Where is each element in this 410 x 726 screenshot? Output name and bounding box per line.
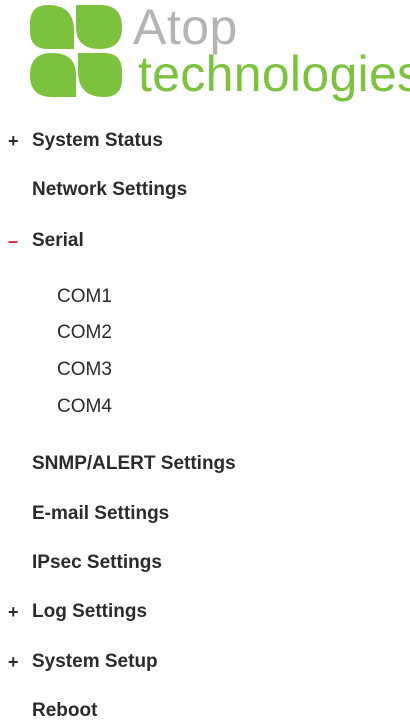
menu-item-snmp-alert-settings[interactable]: SNMP/ALERT Settings <box>8 453 236 475</box>
menu-item-log-settings[interactable]: + Log Settings <box>8 601 147 623</box>
menu-item-label: IPsec Settings <box>32 552 162 573</box>
expand-plus-icon: + <box>8 601 19 622</box>
menu-item-label: Reboot <box>32 700 98 721</box>
menu-item-label: Serial <box>32 230 84 251</box>
menu-item-label: E-mail Settings <box>32 503 170 524</box>
menu-item-system-status[interactable]: + System Status <box>8 130 163 152</box>
menu-item-label: Network Settings <box>32 179 188 200</box>
menu-item-email-settings[interactable]: E-mail Settings <box>8 503 169 525</box>
sidebar-menu: + System Status Network Settings – Seria… <box>0 0 410 726</box>
expand-plus-icon: + <box>8 651 19 672</box>
submenu-item-com1[interactable]: COM1 <box>57 286 112 308</box>
menu-item-label: SNMP/ALERT Settings <box>32 453 236 474</box>
menu-item-network-settings[interactable]: Network Settings <box>8 179 187 201</box>
menu-item-label: Log Settings <box>32 601 148 622</box>
expand-plus-icon: + <box>8 130 19 151</box>
menu-item-label: System Status <box>32 130 163 151</box>
collapse-minus-icon: – <box>8 230 19 251</box>
menu-item-system-setup[interactable]: + System Setup <box>8 651 158 673</box>
submenu-item-com3[interactable]: COM3 <box>57 359 112 381</box>
menu-item-ipsec-settings[interactable]: IPsec Settings <box>8 552 162 574</box>
menu-item-reboot[interactable]: Reboot <box>8 700 97 722</box>
submenu-item-com2[interactable]: COM2 <box>57 322 112 344</box>
menu-item-label: System Setup <box>32 651 158 672</box>
menu-item-serial[interactable]: – Serial <box>8 230 84 252</box>
submenu-item-com4[interactable]: COM4 <box>57 396 112 418</box>
